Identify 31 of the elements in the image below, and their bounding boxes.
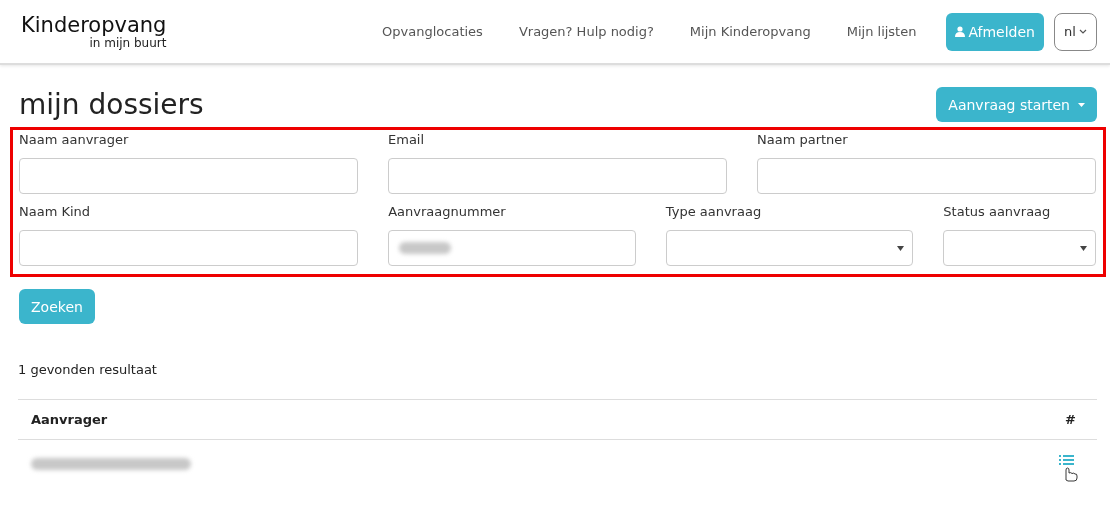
page-title: mijn dossiers [19,88,204,121]
caret-icon [1080,245,1087,251]
nav-link[interactable]: Opvanglocaties [382,24,483,39]
input-field[interactable] [388,230,636,266]
caret-icon [1078,102,1085,107]
field-label: Type aanvraag [665,204,763,221]
select-field[interactable] [943,230,1096,266]
nav-link[interactable]: Mijn Kinderopvang [689,24,811,39]
column-header: Aanvrager [31,412,108,427]
input-field[interactable] [388,158,727,194]
field-label: Aanvraagnummer [388,204,507,221]
user-icon [955,26,966,37]
chevron-down-icon [1078,29,1087,34]
nav-link[interactable]: Vragen? Hulp nodig? [518,24,654,39]
input-field[interactable] [19,158,358,194]
field-label: Naam partner [757,132,849,149]
field-label: Naam aanvrager [19,132,130,149]
select-field[interactable] [665,230,914,266]
field-label: Naam Kind [19,204,92,221]
list-icon[interactable] [1058,454,1080,482]
result-count: 1 gevonden resultaat [18,362,158,377]
input-field[interactable] [19,230,359,266]
input-field[interactable] [757,158,1096,194]
language-select[interactable]: nl [1054,12,1097,51]
field-label: Status aanvraag [943,204,1052,221]
caret-icon [897,245,905,251]
field-label: Email [388,132,426,149]
nav-link[interactable]: Mijn lijsten [846,24,917,39]
logo-subtitle: in mijn buurt [89,36,167,49]
column-header: # [1065,412,1076,427]
logo-title[interactable]: Kinderopvang [21,14,167,36]
